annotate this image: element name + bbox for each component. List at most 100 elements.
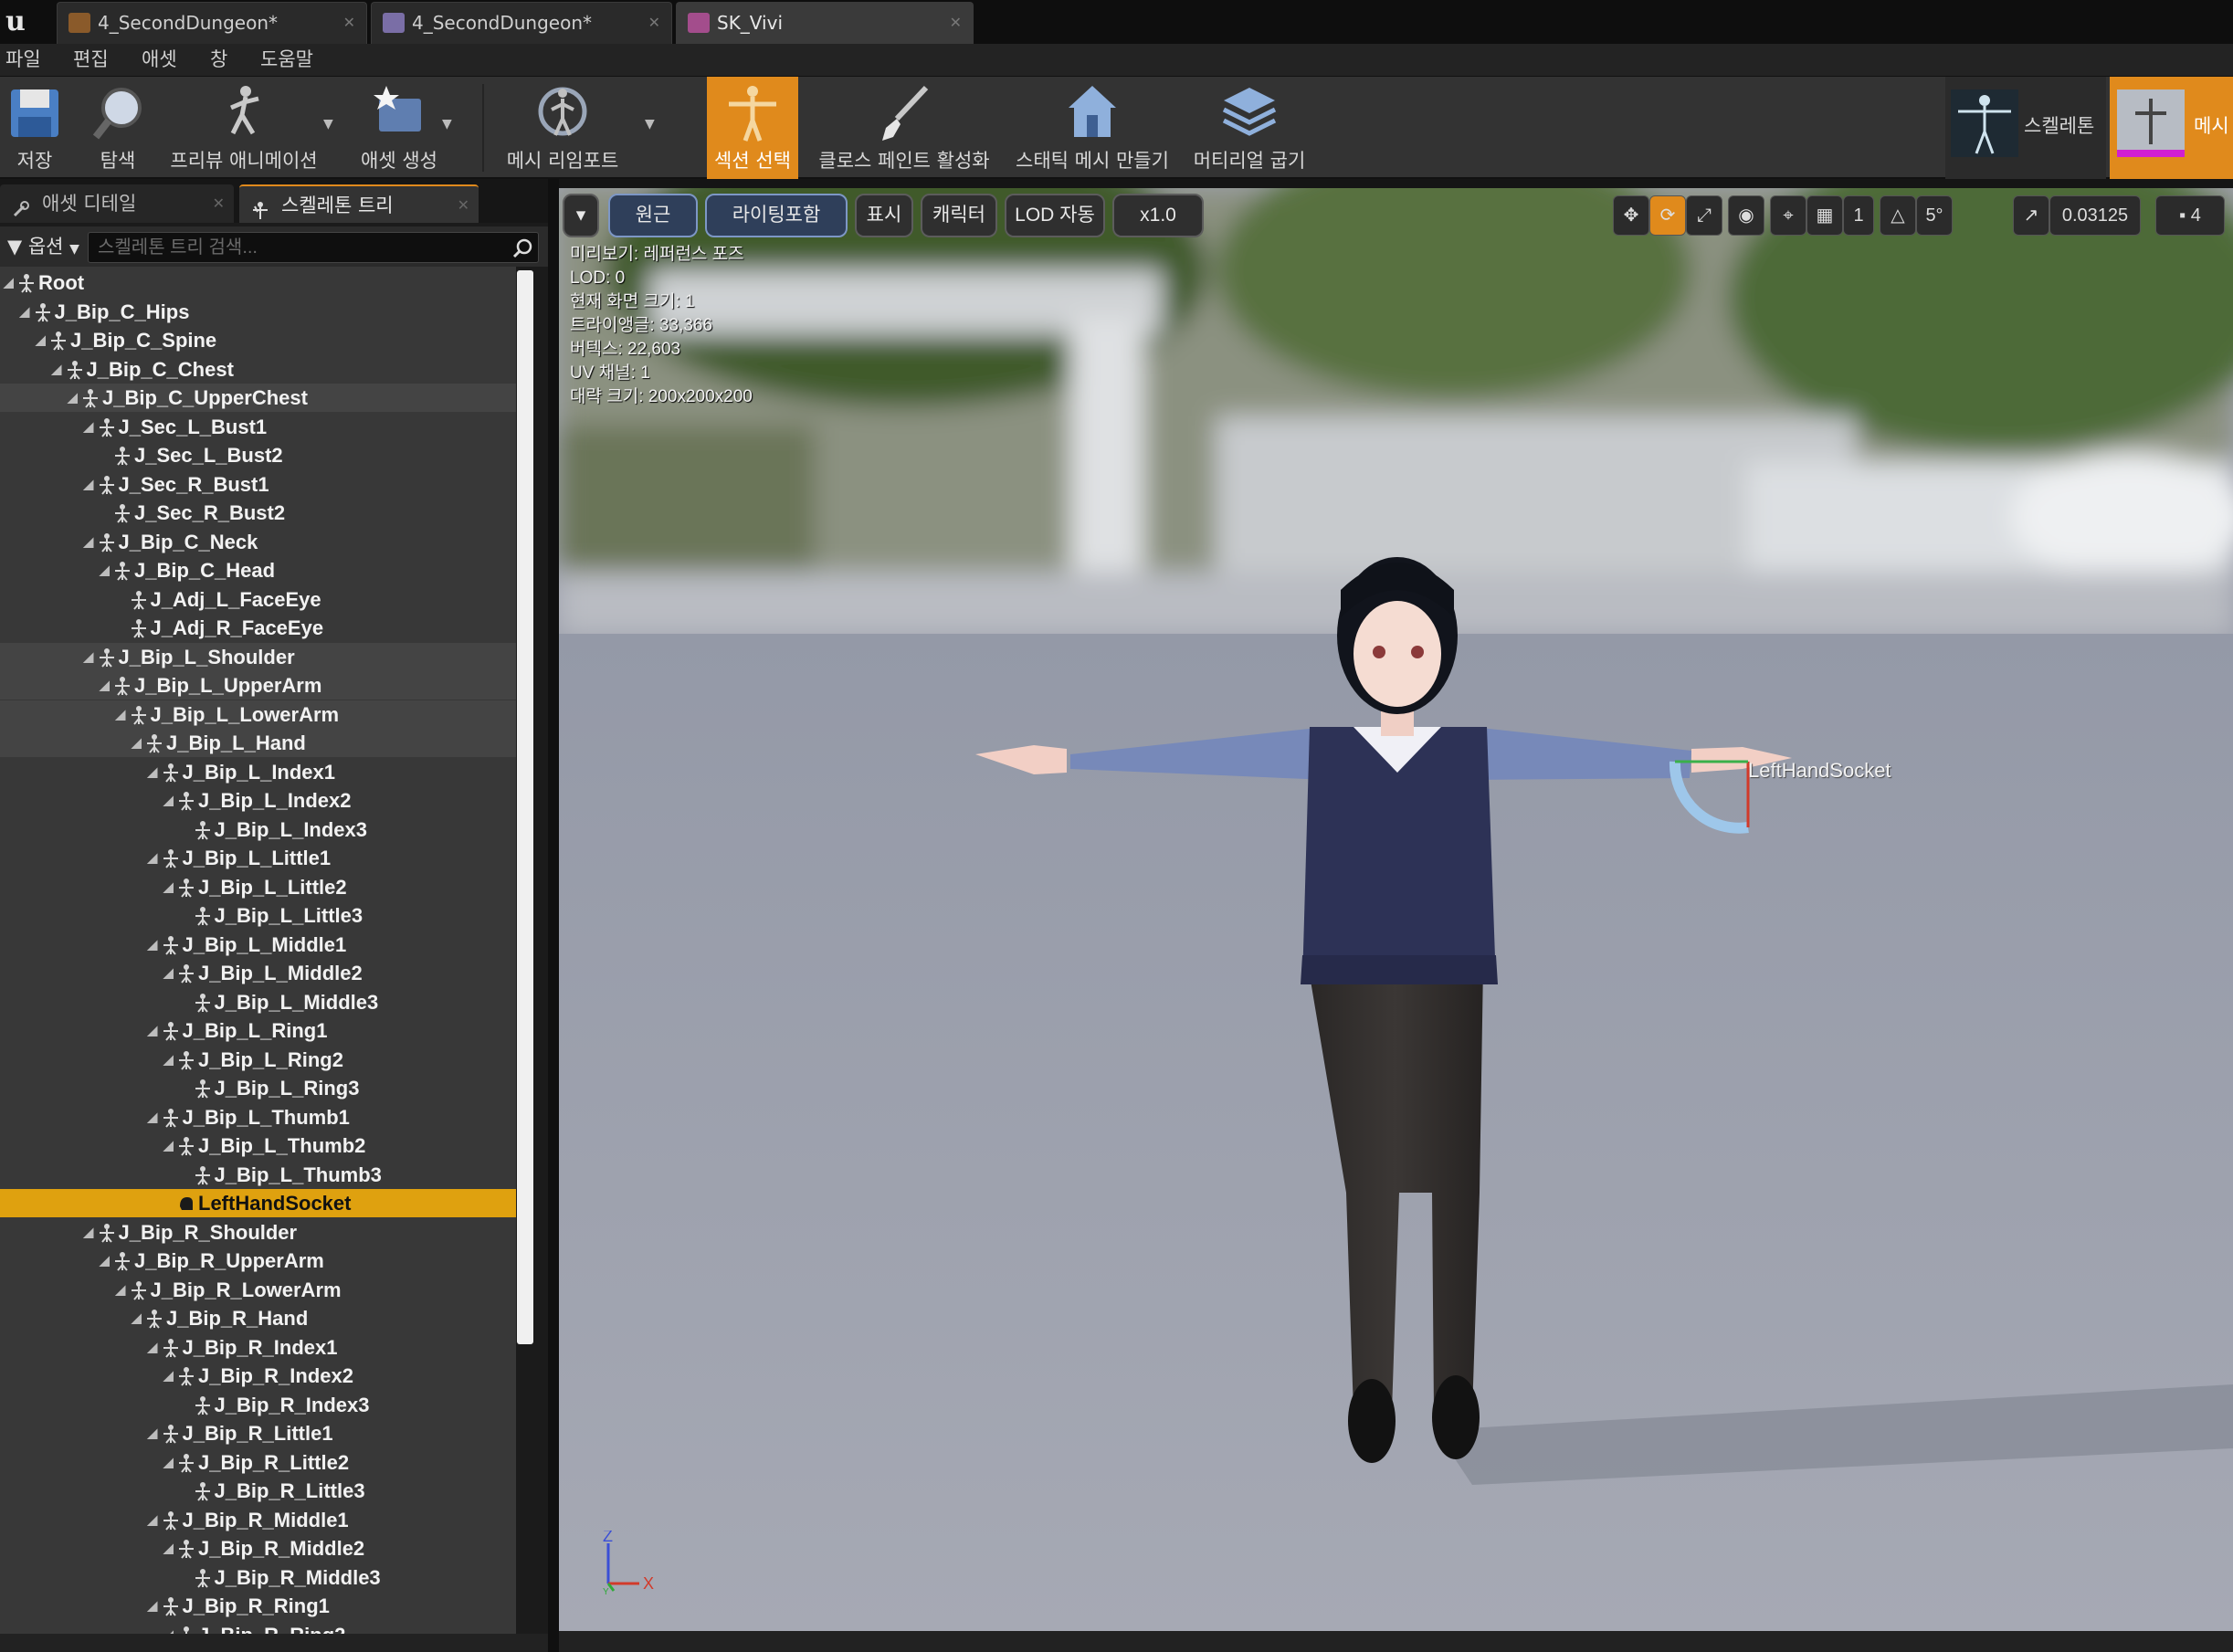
expand-arrow-icon[interactable]: ◢ [163, 786, 174, 815]
tree-bone-row[interactable]: ◢ J_Bip_C_Head [0, 556, 516, 584]
tree-bone-row[interactable]: J_Bip_L_Thumb3 [0, 1161, 516, 1189]
expand-arrow-icon[interactable]: ◢ [84, 643, 95, 671]
tree-bone-row[interactable]: ◢ J_Bip_L_Hand [0, 729, 516, 757]
perspective-button[interactable]: 원근 [608, 194, 698, 237]
surface-snap-icon[interactable]: ⌖ [1770, 195, 1806, 236]
make-static-mesh-button[interactable]: 스태틱 메시 만들기 [1012, 77, 1173, 179]
expand-arrow-icon[interactable]: ◢ [148, 844, 159, 872]
expand-arrow-icon[interactable]: ◢ [163, 1621, 174, 1635]
expand-arrow-icon[interactable]: ◢ [20, 298, 31, 326]
close-icon[interactable]: ✕ [458, 186, 469, 225]
tree-bone-row[interactable]: ◢ J_Bip_R_UpperArm [0, 1247, 516, 1275]
doc-tab-level[interactable]: 4_SecondDungeon* ✕ [57, 2, 367, 44]
tree-bone-row[interactable]: J_Adj_R_FaceEye [0, 614, 516, 642]
tree-bone-row[interactable]: ◢ J_Bip_L_Middle1 [0, 931, 516, 959]
expand-arrow-icon[interactable]: ◢ [163, 1362, 174, 1390]
expand-arrow-icon[interactable]: ◢ [148, 931, 159, 959]
doc-tab-blueprint[interactable]: 4_SecondDungeon* ✕ [371, 2, 672, 44]
expand-arrow-icon[interactable]: ◢ [100, 556, 111, 584]
expand-arrow-icon[interactable]: ◢ [148, 1506, 159, 1534]
tree-bone-row[interactable]: J_Bip_L_Ring3 [0, 1074, 516, 1102]
tree-bone-row[interactable]: ◢ J_Bip_C_Neck [0, 528, 516, 556]
tree-bone-row[interactable]: ◢ J_Bip_L_Little1 [0, 844, 516, 872]
tree-bone-row[interactable]: J_Bip_L_Little3 [0, 901, 516, 930]
tree-bone-row[interactable]: ◢ J_Bip_C_Spine [0, 326, 516, 354]
menu-help[interactable]: 도움말 [260, 44, 313, 77]
tree-bone-row[interactable]: ◢ J_Bip_L_Shoulder [0, 642, 516, 671]
expand-arrow-icon[interactable]: ◢ [84, 528, 95, 556]
lod-button[interactable]: LOD 자동 [1005, 194, 1105, 237]
expand-arrow-icon[interactable]: ◢ [100, 1247, 111, 1275]
expand-arrow-icon[interactable]: ◢ [163, 873, 174, 901]
doc-tab-skeletal-mesh[interactable]: SK_Vivi ✕ [676, 2, 974, 44]
tab-skeleton-tree[interactable]: 스켈레톤 트리 ✕ [239, 184, 479, 223]
tree-bone-row[interactable]: J_Bip_L_Index3 [0, 815, 516, 844]
expand-arrow-icon[interactable]: ◢ [4, 268, 15, 297]
reimport-mesh-button[interactable]: 메시 리임포트 [499, 77, 627, 179]
tree-bone-row[interactable]: J_Bip_L_Middle3 [0, 988, 516, 1016]
tree-bone-row[interactable]: ◢ J_Bip_L_Ring2 [0, 1046, 516, 1074]
section-select-button[interactable]: 섹션 선택 [707, 77, 798, 179]
expand-arrow-icon[interactable]: ◢ [163, 1448, 174, 1477]
tree-bone-row[interactable]: ◢ J_Bip_R_Index2 [0, 1362, 516, 1390]
expand-arrow-icon[interactable]: ◢ [163, 1046, 174, 1074]
tree-bone-row[interactable]: ◢ J_Bip_L_Middle2 [0, 959, 516, 987]
tree-bone-row[interactable]: ◢ J_Bip_R_Hand [0, 1304, 516, 1332]
character-button[interactable]: 캐릭터 [921, 194, 997, 237]
expand-arrow-icon[interactable]: ◢ [148, 1016, 159, 1045]
tree-bone-row[interactable]: ◢ J_Sec_R_Bust1 [0, 470, 516, 499]
expand-arrow-icon[interactable]: ◢ [52, 355, 63, 384]
tree-bone-row[interactable]: ◢ J_Bip_R_Index1 [0, 1333, 516, 1362]
options-button[interactable]: ▼ 옵션 ▼ [4, 230, 79, 263]
tree-bone-row[interactable]: ◢ J_Bip_L_Thumb1 [0, 1103, 516, 1131]
tree-bone-row[interactable]: ◢ J_Bip_R_Ring2 [0, 1621, 516, 1635]
tree-bone-row[interactable]: ◢ J_Bip_L_Little2 [0, 873, 516, 901]
expand-arrow-icon[interactable]: ◢ [132, 1304, 142, 1332]
menu-window[interactable]: 창 [210, 44, 227, 77]
tree-bone-row[interactable]: ◢ J_Bip_R_Middle2 [0, 1534, 516, 1563]
tree-scrollbar-thumb[interactable] [517, 270, 533, 1344]
expand-arrow-icon[interactable]: ◢ [148, 1333, 159, 1362]
expand-arrow-icon[interactable]: ◢ [148, 1103, 159, 1131]
tree-bone-row[interactable]: ◢ J_Bip_R_Shoulder [0, 1218, 516, 1247]
create-asset-button[interactable]: 애셋 생성 [349, 77, 449, 179]
rotate-tool-icon[interactable]: ⟳ [1649, 195, 1686, 236]
expand-arrow-icon[interactable]: ◢ [116, 700, 127, 729]
browse-button[interactable]: 탐색 [80, 77, 155, 179]
tree-bone-row[interactable]: ◢ J_Bip_C_UpperChest [0, 384, 516, 412]
expand-arrow-icon[interactable]: ◢ [163, 1534, 174, 1563]
close-icon[interactable]: ✕ [343, 3, 355, 43]
skeleton-tree-search-input[interactable] [88, 232, 539, 263]
tree-bone-row[interactable]: ◢ J_Sec_L_Bust1 [0, 413, 516, 441]
scale-tool-icon[interactable]: ⤢ [1686, 195, 1722, 236]
viewport-options-button[interactable]: ▾ [563, 194, 599, 237]
show-button[interactable]: 표시 [855, 194, 913, 237]
chevron-down-icon[interactable]: ▼ [442, 117, 457, 132]
preview-viewport[interactable]: ▾ 원근 라이팅포함 표시 캐릭터 LOD 자동 x1.0 ✥ ⟳ ⤢ ◉ ⌖ … [559, 188, 2233, 1631]
rotation-snap-icon[interactable]: △ [1880, 195, 1916, 236]
unreal-logo-icon[interactable]: u [5, 2, 42, 42]
tree-socket-row[interactable]: LeftHandSocket [0, 1189, 516, 1217]
tree-bone-row[interactable]: J_Sec_L_Bust2 [0, 441, 516, 469]
tree-bone-row[interactable]: ◢ J_Bip_R_Little1 [0, 1419, 516, 1447]
tree-bone-row[interactable]: J_Sec_R_Bust2 [0, 499, 516, 527]
rotation-snap-value[interactable]: 5° [1916, 195, 1953, 236]
scale-snap-icon[interactable]: ↗ [2013, 195, 2049, 236]
close-icon[interactable]: ✕ [648, 3, 660, 43]
tree-bone-row[interactable]: ◢ J_Bip_R_Middle1 [0, 1506, 516, 1534]
chevron-down-icon[interactable]: ▼ [323, 117, 338, 132]
camera-speed-button[interactable]: ▪ 4 [2155, 195, 2225, 236]
expand-arrow-icon[interactable]: ◢ [84, 1218, 95, 1247]
search-icon[interactable] [511, 237, 533, 259]
expand-arrow-icon[interactable]: ◢ [148, 1592, 159, 1620]
translate-tool-icon[interactable]: ✥ [1613, 195, 1649, 236]
close-icon[interactable]: ✕ [950, 3, 962, 43]
tree-bone-row[interactable]: ◢ J_Bip_L_Ring1 [0, 1016, 516, 1045]
tree-bone-row[interactable]: ◢ Root [0, 268, 516, 297]
expand-arrow-icon[interactable]: ◢ [148, 758, 159, 786]
cloth-paint-button[interactable]: 클로스 페인트 활성화 [815, 77, 994, 179]
tree-bone-row[interactable]: ◢ J_Bip_R_Ring1 [0, 1592, 516, 1620]
lighting-mode-button[interactable]: 라이팅포함 [705, 194, 848, 237]
tree-bone-row[interactable]: ◢ J_Bip_C_Hips [0, 298, 516, 326]
tree-bone-row[interactable]: J_Bip_R_Index3 [0, 1391, 516, 1419]
